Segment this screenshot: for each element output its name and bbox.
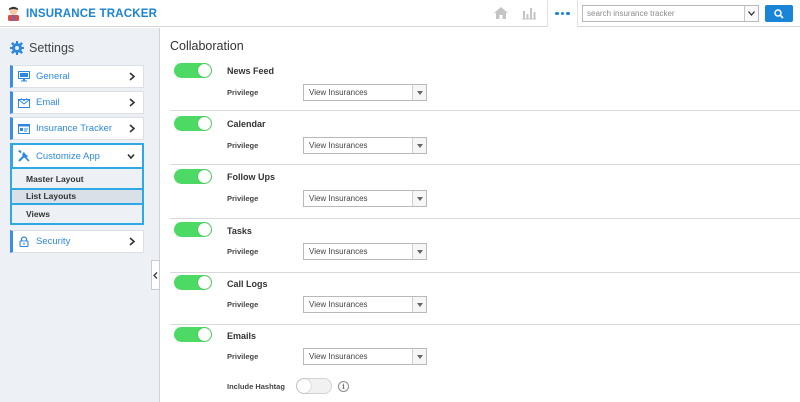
caret-down-icon — [412, 244, 426, 259]
chevron-left-icon — [153, 271, 158, 279]
feature-row-follow-ups: Follow Ups Privilege View Insurances — [170, 166, 800, 219]
settings-title: Settings — [29, 41, 75, 55]
collaboration-panel: Collaboration News Feed Privilege View I… — [160, 28, 800, 402]
app-title: INSURANCE TRACKER — [26, 7, 158, 20]
caret-down-icon — [412, 349, 426, 364]
sidebar-item-label: Email — [36, 97, 60, 108]
sidebar-item-label: Customize App — [36, 150, 100, 162]
page-title: Collaboration — [170, 39, 244, 53]
sidebar-item-security[interactable]: Security — [10, 230, 144, 253]
privilege-select[interactable]: View Insurances — [303, 296, 427, 313]
emails-toggle[interactable] — [174, 327, 212, 342]
feature-label: Calendar — [227, 119, 266, 129]
settings-sidebar: Settings General Email Insurance Tracker… — [0, 28, 160, 402]
feature-label: Call Logs — [227, 279, 268, 289]
lock-icon — [18, 236, 30, 247]
bar-chart-icon[interactable] — [521, 6, 537, 20]
sidebar-item-label: Insurance Tracker — [36, 123, 113, 134]
sidebar-item-label: Security — [36, 236, 71, 247]
privilege-label: Privilege — [227, 247, 259, 256]
tasks-toggle[interactable] — [174, 222, 212, 237]
call-logs-toggle[interactable] — [174, 275, 212, 290]
privilege-label: Privilege — [227, 194, 259, 203]
more-dots-icon[interactable] — [547, 0, 578, 27]
feature-label: Tasks — [227, 226, 252, 236]
app-logo[interactable]: INSURANCE TRACKER — [5, 5, 157, 22]
privilege-label: Privilege — [227, 88, 259, 97]
settings-heading: Settings — [10, 41, 74, 55]
search-dropdown-toggle[interactable] — [744, 6, 758, 21]
info-icon[interactable]: i — [338, 381, 349, 392]
sidebar-item-insurance-tracker[interactable]: Insurance Tracker — [10, 117, 144, 140]
top-bar: INSURANCE TRACKER — [0, 0, 800, 27]
tools-icon — [18, 150, 30, 162]
gear-icon — [10, 41, 24, 55]
privilege-label: Privilege — [227, 300, 259, 309]
customize-app-submenu: Master Layout List Layouts Views — [10, 169, 144, 225]
news-feed-toggle[interactable] — [174, 63, 212, 78]
follow-ups-toggle[interactable] — [174, 169, 212, 184]
chevron-down-icon — [127, 153, 135, 160]
search-button[interactable] — [765, 5, 793, 22]
caret-down-icon — [412, 297, 426, 312]
sidebar-item-label: General — [36, 71, 70, 82]
sidebar-item-email[interactable]: Email — [10, 91, 144, 114]
include-hashtag-toggle[interactable] — [296, 378, 332, 394]
privilege-select[interactable]: View Insurances — [303, 243, 427, 260]
feature-row-call-logs: Call Logs Privilege View Insurances — [170, 274, 800, 325]
logo-icon — [5, 5, 22, 22]
feature-label: Emails — [227, 331, 257, 341]
chevron-down-icon — [748, 11, 755, 16]
home-icon[interactable] — [493, 6, 509, 20]
monitor-icon — [18, 71, 30, 82]
include-hashtag-label: Include Hashtag — [227, 382, 285, 391]
envelope-icon — [18, 97, 30, 108]
privilege-label: Privilege — [227, 352, 259, 361]
feature-label: News Feed — [227, 66, 275, 76]
submenu-item-views[interactable]: Views — [12, 206, 142, 223]
feature-row-calendar: Calendar Privilege View Insurances — [170, 112, 800, 165]
privilege-select[interactable]: View Insurances — [303, 84, 427, 101]
submenu-item-master-layout[interactable]: Master Layout — [12, 171, 142, 188]
submenu-item-list-layouts[interactable]: List Layouts — [10, 188, 144, 205]
chevron-right-icon — [129, 72, 136, 81]
chevron-right-icon — [129, 124, 136, 133]
feature-label: Follow Ups — [227, 172, 275, 182]
search-input[interactable] — [583, 6, 744, 21]
privilege-select[interactable]: View Insurances — [303, 137, 427, 154]
feature-row-tasks: Tasks Privilege View Insurances — [170, 220, 800, 273]
caret-down-icon — [412, 85, 426, 100]
sidebar-collapse-toggle[interactable] — [151, 260, 160, 290]
sidebar-item-general[interactable]: General — [10, 65, 144, 88]
chevron-right-icon — [129, 237, 136, 246]
id-card-icon — [18, 123, 30, 134]
feature-row-news-feed: News Feed Privilege View Insurances — [170, 60, 800, 111]
sidebar-item-customize-app[interactable]: Customize App — [10, 143, 144, 169]
search-icon — [774, 8, 784, 19]
caret-down-icon — [412, 138, 426, 153]
calendar-toggle[interactable] — [174, 116, 212, 131]
privilege-select[interactable]: View Insurances — [303, 190, 427, 207]
chevron-right-icon — [129, 98, 136, 107]
privilege-label: Privilege — [227, 141, 259, 150]
search-field[interactable] — [582, 5, 759, 22]
caret-down-icon — [412, 191, 426, 206]
privilege-select[interactable]: View Insurances — [303, 348, 427, 365]
feature-row-emails: Emails Privilege View Insurances Include… — [170, 326, 800, 402]
